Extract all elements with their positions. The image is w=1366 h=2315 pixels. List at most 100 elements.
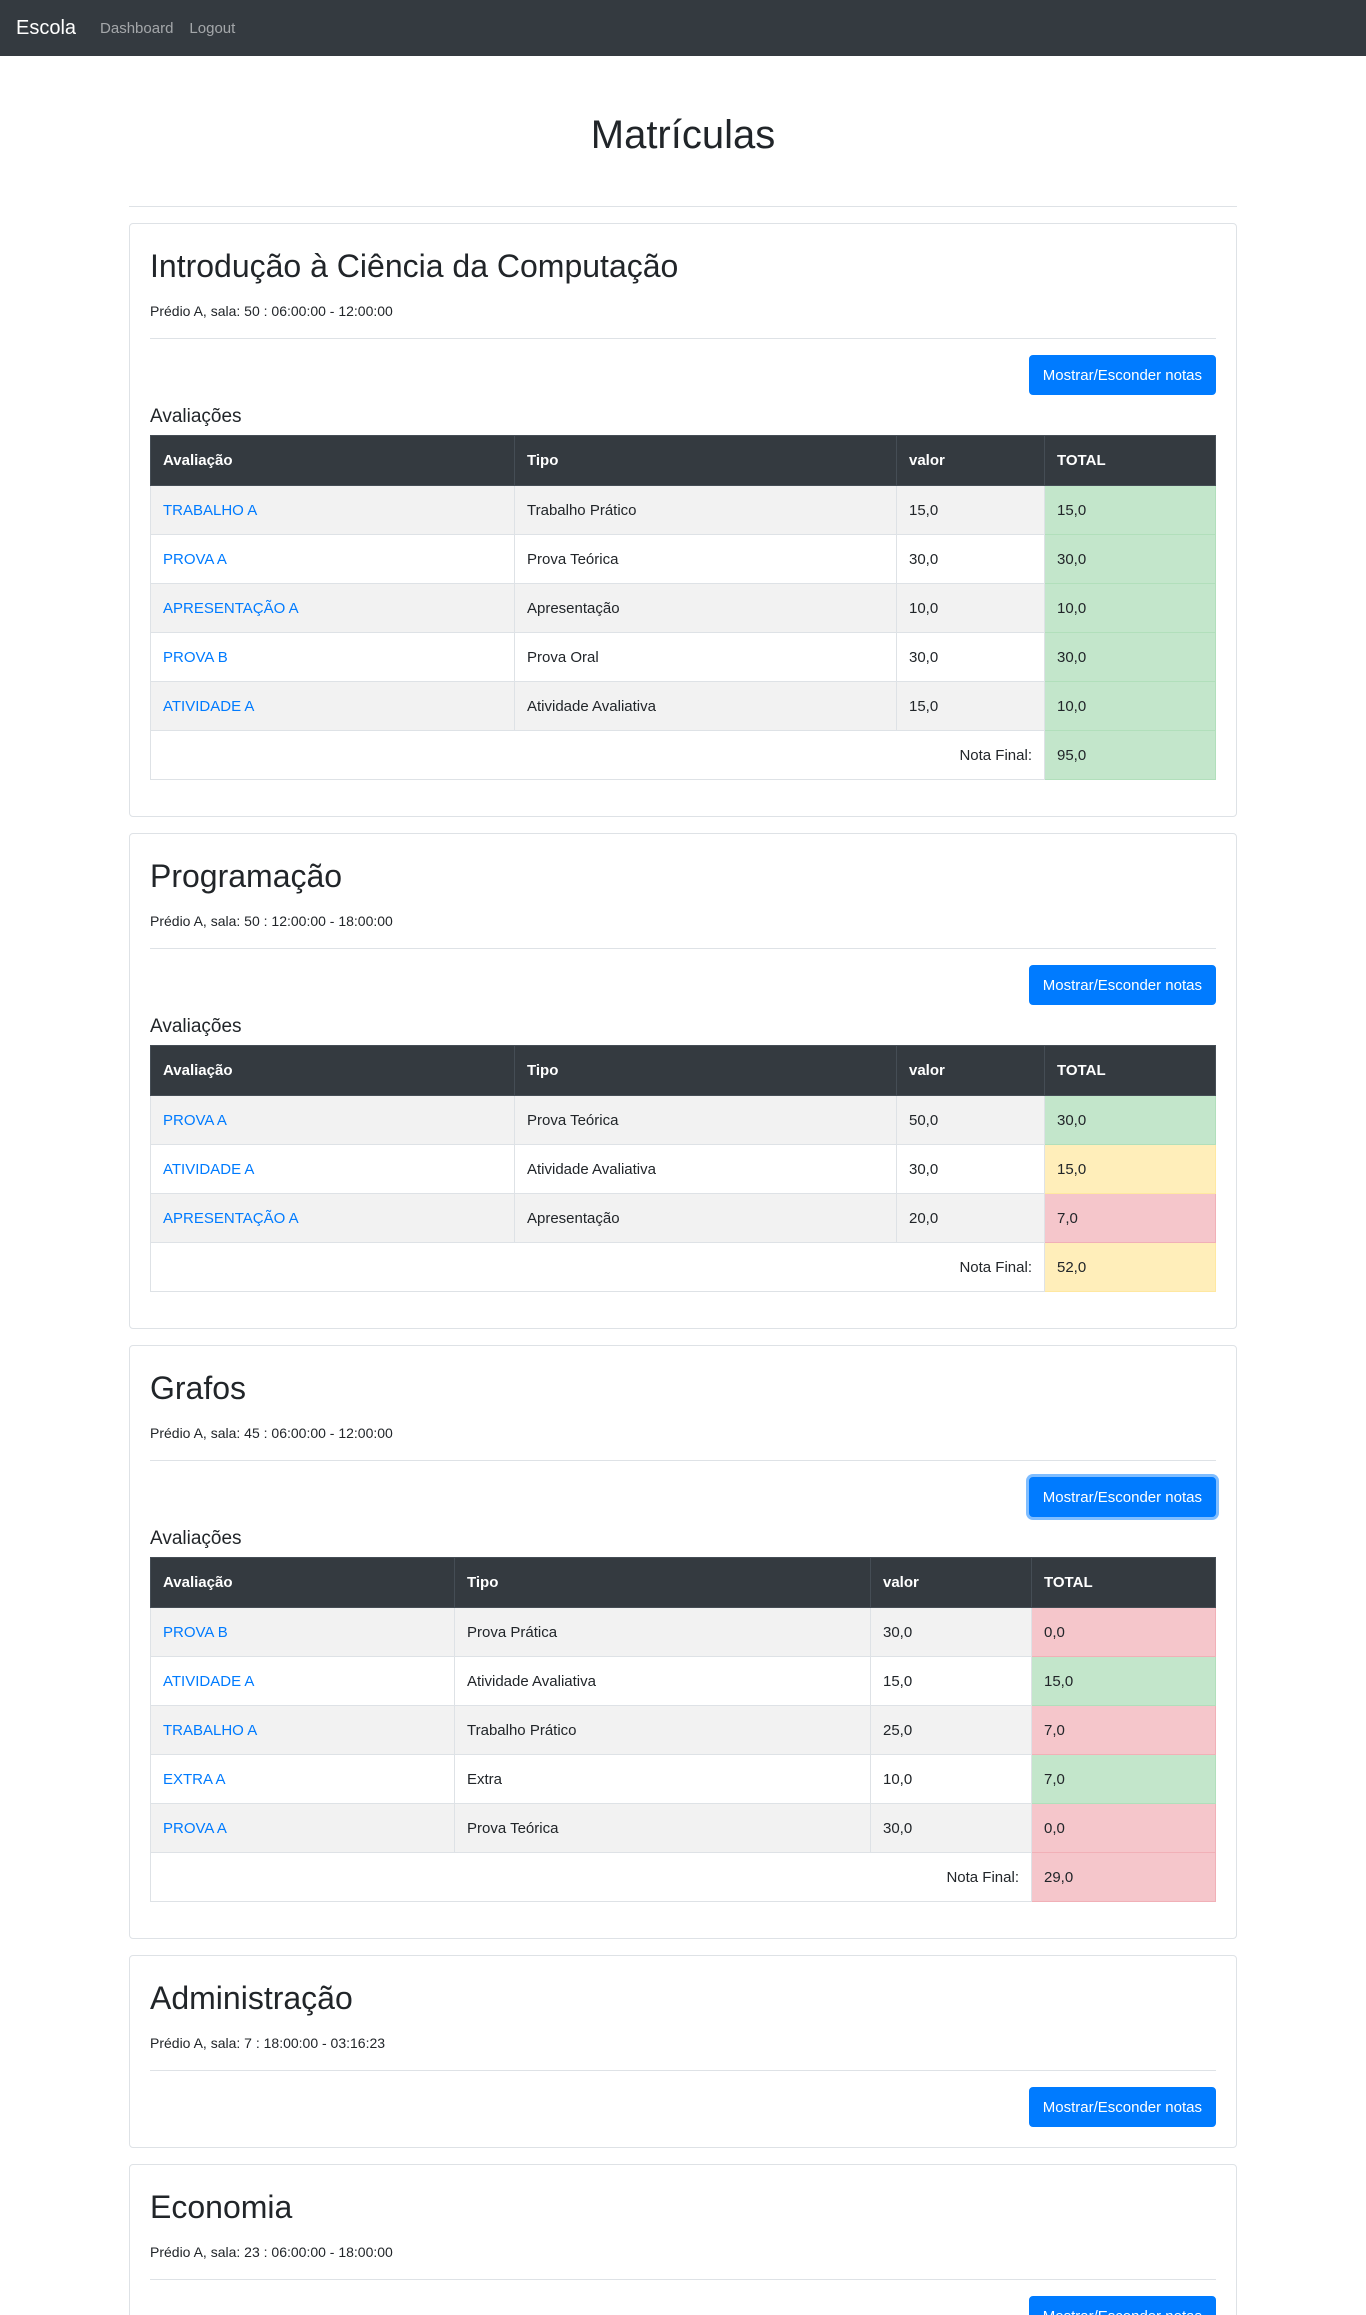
assessment-total: 0,0 [1031, 1607, 1216, 1657]
nav-link-dashboard[interactable]: Dashboard [100, 20, 173, 37]
assessment-value: 15,0 [870, 1656, 1032, 1706]
grades-table: Avaliação Tipo valor TOTAL PROVA B Prova… [150, 1557, 1216, 1902]
assessment-value: 50,0 [896, 1095, 1045, 1145]
table-row: ATIVIDADE A Atividade Avaliativa 30,0 15… [150, 1144, 1216, 1194]
course-info: Prédio A, sala: 23 : 06:00:00 - 18:00:00 [150, 2244, 393, 2260]
course-title: Economia [150, 2189, 293, 2225]
assessment-value: 30,0 [870, 1607, 1032, 1657]
section-label: Avaliações [150, 406, 242, 427]
assessment-type: Trabalho Prático [514, 485, 897, 535]
divider [150, 2279, 1216, 2280]
final-row: Nota Final: 52,0 [150, 1242, 1216, 1292]
table-row: ATIVIDADE A Atividade Avaliativa 15,0 10… [150, 681, 1216, 731]
divider [150, 2070, 1216, 2071]
brand-link[interactable]: Escola [16, 17, 76, 40]
column-header: TOTAL [1044, 1045, 1216, 1096]
final-grade-value: 95,0 [1044, 730, 1216, 780]
toggle-grades-button[interactable]: Mostrar/Esconder notas [1028, 2087, 1216, 2127]
course-info: Prédio A, sala: 50 : 12:00:00 - 18:00:00 [150, 913, 393, 929]
divider [150, 338, 1216, 339]
nav-link-logout[interactable]: Logout [189, 20, 235, 37]
table-row: TRABALHO A Trabalho Prático 25,0 7,0 [150, 1705, 1216, 1755]
toggle-grades-button[interactable]: Mostrar/Esconder notas [1028, 1477, 1216, 1517]
divider [129, 206, 1237, 207]
assessment-link[interactable]: PROVA B [150, 632, 515, 682]
table-row: PROVA B Prova Oral 30,0 30,0 [150, 632, 1216, 682]
assessment-value: 15,0 [896, 681, 1045, 731]
assessment-total: 15,0 [1044, 485, 1216, 535]
assessment-link[interactable]: PROVA A [150, 534, 515, 584]
column-header: TOTAL [1044, 435, 1216, 486]
assessment-link[interactable]: PROVA A [150, 1803, 455, 1853]
assessment-link[interactable]: TRABALHO A [150, 485, 515, 535]
table-row: APRESENTAÇÃO A Apresentação 20,0 7,0 [150, 1193, 1216, 1243]
assessment-type: Extra [454, 1754, 871, 1804]
table-row: PROVA B Prova Prática 30,0 0,0 [150, 1607, 1216, 1657]
divider [150, 1460, 1216, 1461]
assessment-total: 7,0 [1044, 1193, 1216, 1243]
course-title: Introdução à Ciência da Computação [150, 248, 679, 284]
assessment-value: 10,0 [896, 583, 1045, 633]
assessment-link[interactable]: ATIVIDADE A [150, 681, 515, 731]
column-header: valor [896, 1045, 1045, 1096]
assessment-link[interactable]: ATIVIDADE A [150, 1656, 455, 1706]
column-header: valor [870, 1557, 1032, 1608]
course-title: Administração [150, 1980, 353, 2016]
table-row: EXTRA A Extra 10,0 7,0 [150, 1754, 1216, 1804]
final-row: Nota Final: 95,0 [150, 730, 1216, 780]
course-info: Prédio A, sala: 7 : 18:00:00 - 03:16:23 [150, 2035, 386, 2051]
assessment-link[interactable]: TRABALHO A [150, 1705, 455, 1755]
assessment-total: 10,0 [1044, 583, 1216, 633]
course-card: Grafos Prédio A, sala: 45 : 06:00:00 - 1… [129, 1345, 1237, 1939]
course-info: Prédio A, sala: 50 : 06:00:00 - 12:00:00 [150, 303, 393, 319]
assessment-type: Apresentação [514, 1193, 897, 1243]
toggle-grades-button[interactable]: Mostrar/Esconder notas [1028, 2296, 1216, 2315]
final-grade-label: Nota Final: [150, 1242, 1045, 1292]
assessment-value: 30,0 [896, 534, 1045, 584]
table-row: PROVA A Prova Teórica 50,0 30,0 [150, 1095, 1216, 1145]
assessment-type: Prova Teórica [514, 534, 897, 584]
assessment-value: 15,0 [896, 485, 1045, 535]
assessment-link[interactable]: ATIVIDADE A [150, 1144, 515, 1194]
assessment-link[interactable]: APRESENTAÇÃO A [150, 583, 515, 633]
assessment-type: Trabalho Prático [454, 1705, 871, 1755]
assessment-value: 30,0 [896, 632, 1045, 682]
assessment-link[interactable]: APRESENTAÇÃO A [150, 1193, 515, 1243]
section-label: Avaliações [150, 1528, 242, 1549]
final-grade-value: 29,0 [1031, 1852, 1216, 1902]
assessment-type: Atividade Avaliativa [454, 1656, 871, 1706]
assessment-total: 30,0 [1044, 534, 1216, 584]
assessment-total: 7,0 [1031, 1754, 1216, 1804]
assessment-type: Prova Prática [454, 1607, 871, 1657]
assessment-link[interactable]: PROVA B [150, 1607, 455, 1657]
navbar: Escola Dashboard Logout [0, 0, 1366, 56]
divider [150, 948, 1216, 949]
assessment-total: 15,0 [1031, 1656, 1216, 1706]
assessment-total: 7,0 [1031, 1705, 1216, 1755]
assessment-type: Prova Teórica [454, 1803, 871, 1853]
column-header: Avaliação [150, 435, 515, 486]
assessment-link[interactable]: PROVA A [150, 1095, 515, 1145]
grades-table: Avaliação Tipo valor TOTAL PROVA A Prova… [150, 1045, 1216, 1292]
assessment-type: Atividade Avaliativa [514, 681, 897, 731]
column-header: Avaliação [150, 1045, 515, 1096]
final-grade-label: Nota Final: [150, 1852, 1032, 1902]
course-card: Administração Prédio A, sala: 7 : 18:00:… [129, 1955, 1237, 2148]
assessment-value: 25,0 [870, 1705, 1032, 1755]
column-header: Tipo [514, 1045, 897, 1096]
assessment-total: 10,0 [1044, 681, 1216, 731]
toggle-grades-button[interactable]: Mostrar/Esconder notas [1028, 965, 1216, 1005]
table-row: PROVA A Prova Teórica 30,0 0,0 [150, 1803, 1216, 1853]
column-header: valor [896, 435, 1045, 486]
main-content: Matrículas Introdução à Ciência da Compu… [129, 56, 1237, 2315]
table-row: PROVA A Prova Teórica 30,0 30,0 [150, 534, 1216, 584]
assessment-value: 10,0 [870, 1754, 1032, 1804]
assessment-link[interactable]: EXTRA A [150, 1754, 455, 1804]
column-header: Tipo [454, 1557, 871, 1608]
assessment-total: 30,0 [1044, 1095, 1216, 1145]
assessment-value: 20,0 [896, 1193, 1045, 1243]
toggle-grades-button[interactable]: Mostrar/Esconder notas [1028, 355, 1216, 395]
assessment-total: 30,0 [1044, 632, 1216, 682]
final-grade-label: Nota Final: [150, 730, 1045, 780]
final-grade-value: 52,0 [1044, 1242, 1216, 1292]
